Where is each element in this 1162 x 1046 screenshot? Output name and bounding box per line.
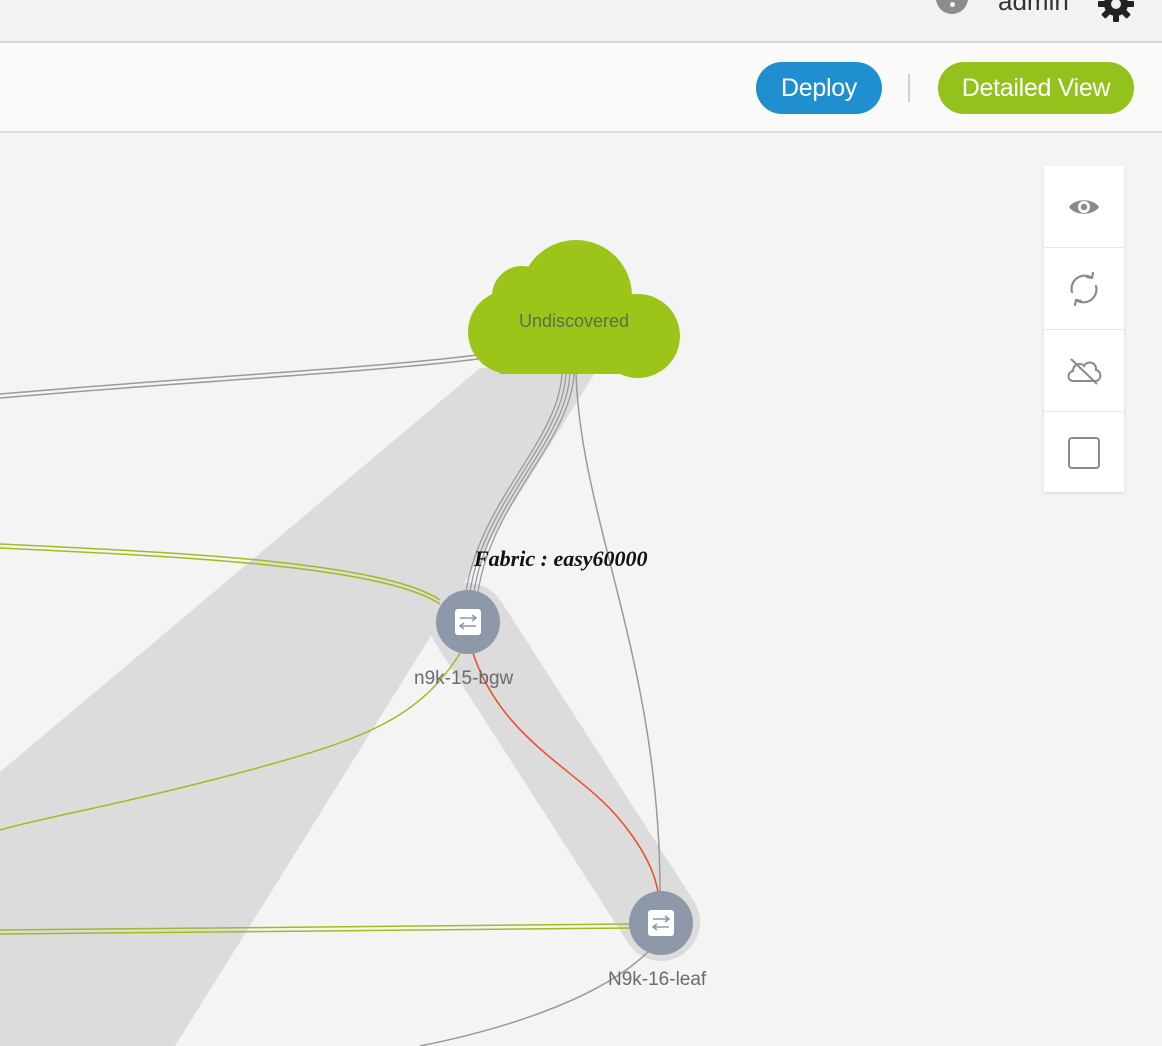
- switch-node-bgw: [436, 590, 500, 654]
- deploy-button[interactable]: Deploy: [756, 62, 882, 114]
- fabric-label: Fabric : easy60000: [474, 546, 648, 571]
- refresh-tool[interactable]: [1044, 248, 1124, 330]
- eye-tool[interactable]: [1044, 166, 1124, 248]
- topology-canvas[interactable]: [0, 133, 1162, 1046]
- link-left-cloud: [0, 353, 487, 399]
- cloud-toggle-tool[interactable]: [1044, 330, 1124, 412]
- link-leaf-bottom: [419, 949, 651, 1046]
- action-toolbar: Deploy Detailed View: [0, 43, 1162, 133]
- refresh-icon: [1070, 271, 1098, 306]
- gear-icon[interactable]: [1096, 0, 1136, 24]
- cloud-label: Undiscovered: [518, 311, 630, 331]
- fabric-band-narrow: [429, 583, 700, 961]
- node-label-leaf[interactable]: N9k-16-leaf: [608, 969, 706, 991]
- view-tools-panel: [1044, 166, 1124, 492]
- detailed-view-button[interactable]: Detailed View: [938, 62, 1134, 114]
- cloud-off-icon: [1067, 357, 1102, 385]
- select-tool[interactable]: [1044, 412, 1124, 493]
- checkbox-icon: [1068, 436, 1100, 469]
- top-bar: admin: [0, 0, 1162, 43]
- toolbar-divider: [908, 74, 910, 102]
- eye-icon: [1069, 199, 1099, 214]
- node-label-bgw[interactable]: n9k-15-bgw: [414, 668, 513, 690]
- cloud-undiscovered: [468, 240, 680, 378]
- user-name[interactable]: admin: [998, 0, 1069, 17]
- help-icon[interactable]: [936, 0, 968, 14]
- switch-node-leaf: [629, 891, 693, 955]
